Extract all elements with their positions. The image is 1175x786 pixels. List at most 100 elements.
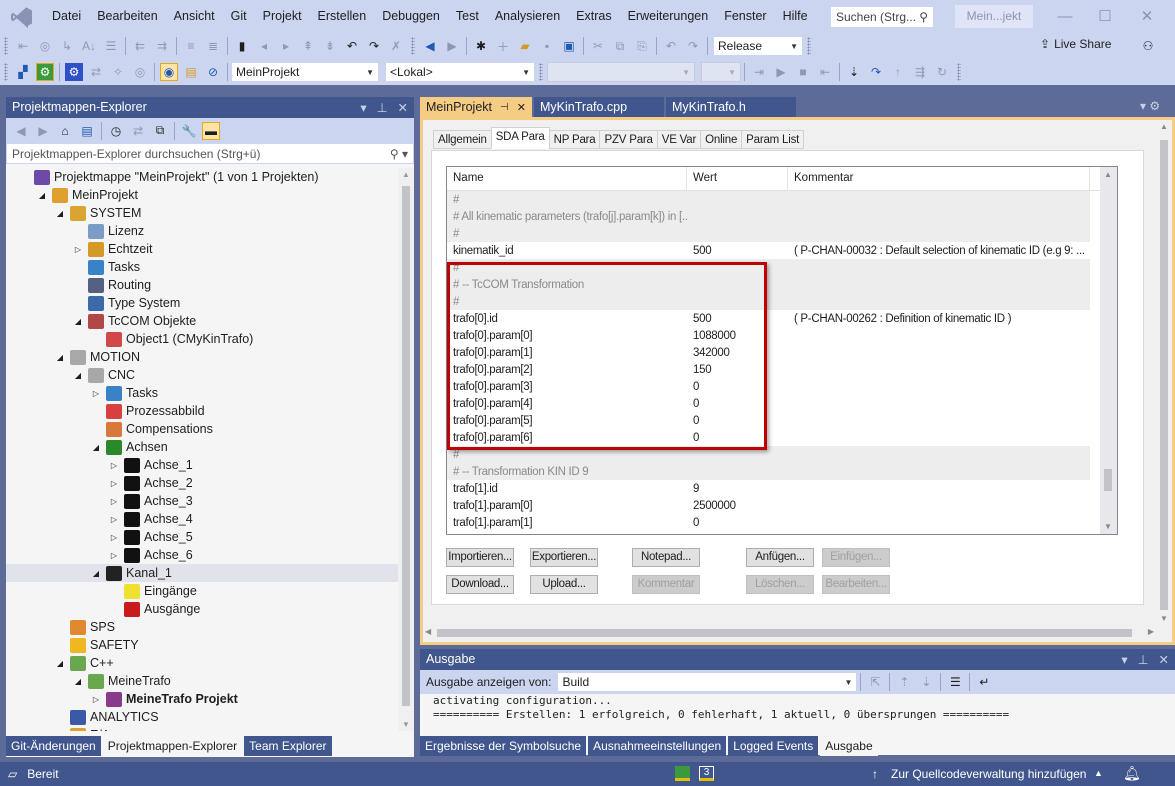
tree-item[interactable]: ◢ Kanal_1 <box>6 564 398 582</box>
save-icon[interactable]: ▪ <box>538 37 556 55</box>
param-tab-allgemein[interactable]: Allgemein <box>433 130 492 149</box>
grid-comment-row[interactable]: # -- TcCOM Transformation <box>447 276 1090 293</box>
increase-indent-icon[interactable]: ⇉ <box>153 37 171 55</box>
button-anfügen[interactable]: Anfügen... <box>746 548 814 567</box>
copy-icon[interactable]: ⧉ <box>611 37 629 55</box>
previous-message-icon[interactable]: ⇡ <box>895 673 913 691</box>
prev-bookmark-doc-icon[interactable]: ↶ <box>343 37 361 55</box>
tree-item[interactable]: ▷ Tasks <box>6 384 398 402</box>
tree-item[interactable]: ▷ Achse_4 <box>6 510 398 528</box>
prev-bookmark-folder-icon[interactable]: ⇞ <box>299 37 317 55</box>
cell-value[interactable]: 9 <box>687 483 788 495</box>
twincat-xae-icon[interactable]: ▞ <box>14 63 32 81</box>
scrollbar-thumb[interactable] <box>1104 469 1112 491</box>
column-header-name[interactable]: Name <box>447 167 687 190</box>
grid-row[interactable]: trafo[0].param[2] 150 <box>447 361 1117 378</box>
sync-icon[interactable]: ⇄ <box>129 122 147 140</box>
next-bookmark-icon[interactable]: ▸ <box>277 37 295 55</box>
menu-bearbeiten[interactable]: Bearbeiten <box>89 0 165 33</box>
cell-value[interactable]: 500 <box>687 313 788 325</box>
tree-item[interactable]: Object1 (CMyKinTrafo) <box>6 330 398 348</box>
button-einfügen[interactable]: Einfügen... <box>822 548 890 567</box>
tree-item[interactable]: Compensations <box>6 420 398 438</box>
cell-value[interactable]: 0 <box>687 517 788 529</box>
step-into-icon[interactable]: ⇣ <box>845 63 863 81</box>
preview-icon[interactable]: ▬ <box>202 121 220 140</box>
clear-bookmarks-icon[interactable]: ✗ <box>387 37 405 55</box>
word-wrap-icon[interactable]: ↵ <box>975 673 993 691</box>
document-horizontal-scrollbar[interactable]: ◀ ▶ <box>423 625 1156 641</box>
tree-item[interactable]: ◢ MeinProjekt <box>6 186 398 204</box>
tree-item[interactable]: SAFETY <box>6 636 398 654</box>
collapse-arrow-icon[interactable]: ◢ <box>54 353 66 362</box>
scroll-up-icon[interactable]: ▲ <box>402 170 410 179</box>
tree-item[interactable]: ▷ Achse_5 <box>6 528 398 546</box>
twincat-run-mode-icon[interactable] <box>675 766 690 781</box>
next-bookmark-folder-icon[interactable]: ⇟ <box>321 37 339 55</box>
minimize-button[interactable]: — <box>1045 4 1085 30</box>
grid-comment-row[interactable]: # <box>447 225 1090 242</box>
param-tab-np-para[interactable]: NP Para <box>548 130 601 149</box>
cell-value[interactable]: 342000 <box>687 347 788 359</box>
expand-arrow-icon[interactable]: ▷ <box>108 551 120 560</box>
logout-icon[interactable]: ⇤ <box>816 63 834 81</box>
hide-disabled-icon[interactable]: ⊘ <box>204 63 222 81</box>
home-icon[interactable]: ⌂ <box>56 122 74 140</box>
project-select[interactable]: MeinProjekt ▼ <box>231 62 379 82</box>
tab-git-nderungen[interactable]: Git-Änderungen <box>6 736 101 756</box>
save-all-icon[interactable]: ▣ <box>560 37 578 55</box>
output-tab-ausgabe[interactable]: Ausgabe <box>820 736 878 756</box>
output-source-select[interactable]: Build ▼ <box>557 672 858 692</box>
collapse-arrow-icon[interactable]: ◢ <box>72 317 84 326</box>
next-bookmark-doc-icon[interactable]: ↷ <box>365 37 383 55</box>
live-share-button[interactable]: ⇪ Live Share <box>1040 37 1111 51</box>
param-tab-ve-var[interactable]: VE Var <box>656 130 702 149</box>
tree-item[interactable]: Eingänge <box>6 582 398 600</box>
expand-arrow-icon[interactable]: ▷ <box>72 245 84 254</box>
login-icon[interactable]: ⇥ <box>750 63 768 81</box>
grid-comment-row[interactable]: # <box>447 259 1090 276</box>
grid-row[interactable]: trafo[1].param[1] 0 <box>447 514 1117 531</box>
expand-arrow-icon[interactable]: ▷ <box>90 695 102 704</box>
cell-value[interactable]: 2500000 <box>687 500 788 512</box>
solution-explorer-scrollbar[interactable]: ▲ ▼ <box>398 168 414 731</box>
go-to-line-icon[interactable]: ⇱ <box>866 673 884 691</box>
list-icon[interactable]: ☰ <box>102 37 120 55</box>
tree-item[interactable]: ◢ SYSTEM <box>6 204 398 222</box>
step-over-icon[interactable]: ↷ <box>867 63 885 81</box>
navigate-forward-icon[interactable]: ▶ <box>443 37 461 55</box>
tree-item[interactable]: Tasks <box>6 258 398 276</box>
collapse-arrow-icon[interactable]: ◢ <box>72 371 84 380</box>
menu-datei[interactable]: Datei <box>44 0 89 33</box>
param-tab-online[interactable]: Online <box>700 130 743 149</box>
grid-row[interactable]: trafo[0].param[1] 342000 <box>447 344 1117 361</box>
expand-arrow-icon[interactable]: ▷ <box>108 497 120 506</box>
button-bearbeiten[interactable]: Bearbeiten... <box>822 575 890 594</box>
document-tab[interactable]: MeinProjekt ⊣ ✕ <box>420 97 532 117</box>
tree-item[interactable]: ◢ CNC <box>6 366 398 384</box>
grid-comment-row[interactable]: # All kinematic parameters (trafo[j].par… <box>447 208 1090 225</box>
target-system-select[interactable]: <Lokal> ▼ <box>385 62 535 82</box>
clear-all-icon[interactable]: ☰ <box>946 673 964 691</box>
collapse-arrow-icon[interactable]: ◢ <box>54 659 66 668</box>
tab-overflow-icon[interactable]: ▾ ⚙ <box>1140 99 1160 113</box>
param-tab-param-list[interactable]: Param List <box>741 130 805 149</box>
button-notepad[interactable]: Notepad... <box>632 548 700 567</box>
output-tab-ausnahmeeinstellungen[interactable]: Ausnahmeeinstellungen <box>588 736 727 756</box>
collapse-arrow-icon[interactable]: ◢ <box>54 209 66 218</box>
redo-icon[interactable]: ↷ <box>684 37 702 55</box>
toolbar-grip[interactable] <box>4 63 8 81</box>
prev-bookmark-icon[interactable]: ◂ <box>255 37 273 55</box>
outdent-icon[interactable]: ⇤ <box>14 37 32 55</box>
grid-row[interactable]: trafo[0].id 500 ( P-CHAN-00262 : Definitio… <box>447 310 1117 327</box>
tree-item[interactable]: ▷ Achse_1 <box>6 456 398 474</box>
expand-arrow-icon[interactable]: ▷ <box>90 389 102 398</box>
tree-item[interactable]: ▷ MeineTrafo Projekt <box>6 690 398 708</box>
grid-comment-row[interactable]: # -- Transformation KIN ID 9 <box>447 463 1090 480</box>
collapse-arrow-icon[interactable]: ◢ <box>72 677 84 686</box>
column-header-comment[interactable]: Kommentar <box>788 167 1090 190</box>
show-next-statement-icon[interactable]: ⇶ <box>911 63 929 81</box>
cell-value[interactable]: 0 <box>687 432 788 444</box>
scrollbar-thumb[interactable] <box>1160 140 1168 610</box>
uncomment-icon[interactable]: ≣ <box>204 37 222 55</box>
